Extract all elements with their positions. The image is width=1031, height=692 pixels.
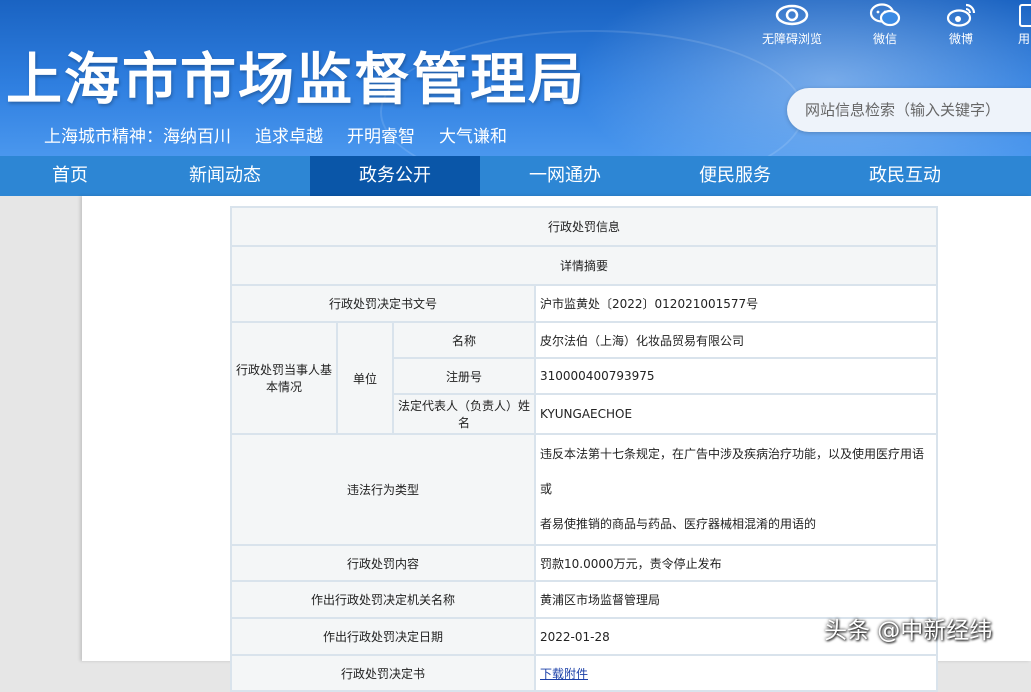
decision-label: 行政处罚决定书 <box>230 654 536 692</box>
slogan-part: 上海城市精神：海纳百川 <box>44 127 231 147</box>
nav-item-interaction[interactable]: 政民互动 <box>820 156 990 196</box>
city-slogan: 上海城市精神：海纳百川 追求卓越 开明睿智 大气谦和 <box>44 122 531 147</box>
decision-value: 下载附件 <box>533 654 939 692</box>
site-title: 上海市市场监督管理局 <box>6 48 586 113</box>
watermark: 头条 @中新经纬 <box>824 618 993 644</box>
nav-item-one-stop-service[interactable]: 一网通办 <box>480 156 650 196</box>
reg-label: 注册号 <box>392 357 536 395</box>
table-title: 行政处罚信息 <box>229 206 939 247</box>
rep-label: 法定代表人（负责人）姓名 <box>392 393 536 435</box>
reg-value: 310000400793975 <box>533 357 939 395</box>
nav-item-public-service[interactable]: 便民服务 <box>650 156 820 196</box>
doc-no-value: 沪市监黄处〔2022〕012021001577号 <box>533 284 939 323</box>
violation-label: 违法行为类型 <box>230 433 536 546</box>
authority-label: 作出行政处罚决定机关名称 <box>230 580 536 619</box>
wechat-button[interactable]: 微信 <box>850 0 920 47</box>
weibo-icon <box>946 3 976 27</box>
violation-line: 者易使推销的商品与药品、医疗器械相混淆的用语的 <box>540 517 817 531</box>
party-label: 行政处罚当事人基本情况 <box>230 321 338 435</box>
nav-item-home[interactable]: 首页 <box>0 156 140 196</box>
violation-value: 违反本法第十七条规定，在广告中涉及疾病治疗功能，以及使用医疗用语或 者易使推销的… <box>533 433 939 546</box>
violation-line: 违反本法第十七条规定，在广告中涉及疾病治疗功能，以及使用医疗用语或 <box>540 447 925 496</box>
slogan-part: 开明睿智 <box>347 127 415 147</box>
name-label: 名称 <box>392 321 536 359</box>
mobile-button[interactable]: 用 <box>1008 0 1031 47</box>
search-input[interactable] <box>803 100 1031 120</box>
site-search <box>787 88 1031 132</box>
doc-no-label: 行政处罚决定书文号 <box>230 284 536 323</box>
slogan-part: 大气谦和 <box>439 127 507 147</box>
accessibility-button[interactable]: 无障碍浏览 <box>757 0 827 47</box>
mobile-icon <box>1019 4 1031 27</box>
table-subtitle: 详情摘要 <box>229 245 939 286</box>
accessibility-label: 无障碍浏览 <box>761 32 822 46</box>
site-header: 上海市市场监督管理局 上海城市精神：海纳百川 追求卓越 开明睿智 大气谦和 无障碍浏览… <box>0 0 1031 156</box>
wechat-icon <box>869 3 901 27</box>
date-label: 作出行政处罚决定日期 <box>230 617 536 656</box>
wechat-label: 微信 <box>872 32 897 46</box>
unit-label: 单位 <box>336 321 394 435</box>
slogan-part: 追求卓越 <box>255 127 323 147</box>
nav-item-government-affairs[interactable]: 政务公开 <box>310 156 480 196</box>
rep-value: KYUNGAECHOE <box>533 393 939 435</box>
main-nav: 首页 新闻动态 政务公开 一网通办 便民服务 政民互动 <box>0 156 1031 196</box>
name-value: 皮尔法伯（上海）化妆品贸易有限公司 <box>533 321 939 359</box>
content-value: 罚款10.0000万元，责令停止发布 <box>533 544 939 582</box>
content-label: 行政处罚内容 <box>230 544 536 582</box>
mobile-label: 用 <box>1018 32 1031 46</box>
download-attachment-link[interactable]: 下载附件 <box>540 667 588 681</box>
weibo-button[interactable]: 微博 <box>926 0 996 47</box>
eye-icon <box>775 4 809 26</box>
nav-item-news[interactable]: 新闻动态 <box>140 156 310 196</box>
weibo-label: 微博 <box>948 32 973 46</box>
